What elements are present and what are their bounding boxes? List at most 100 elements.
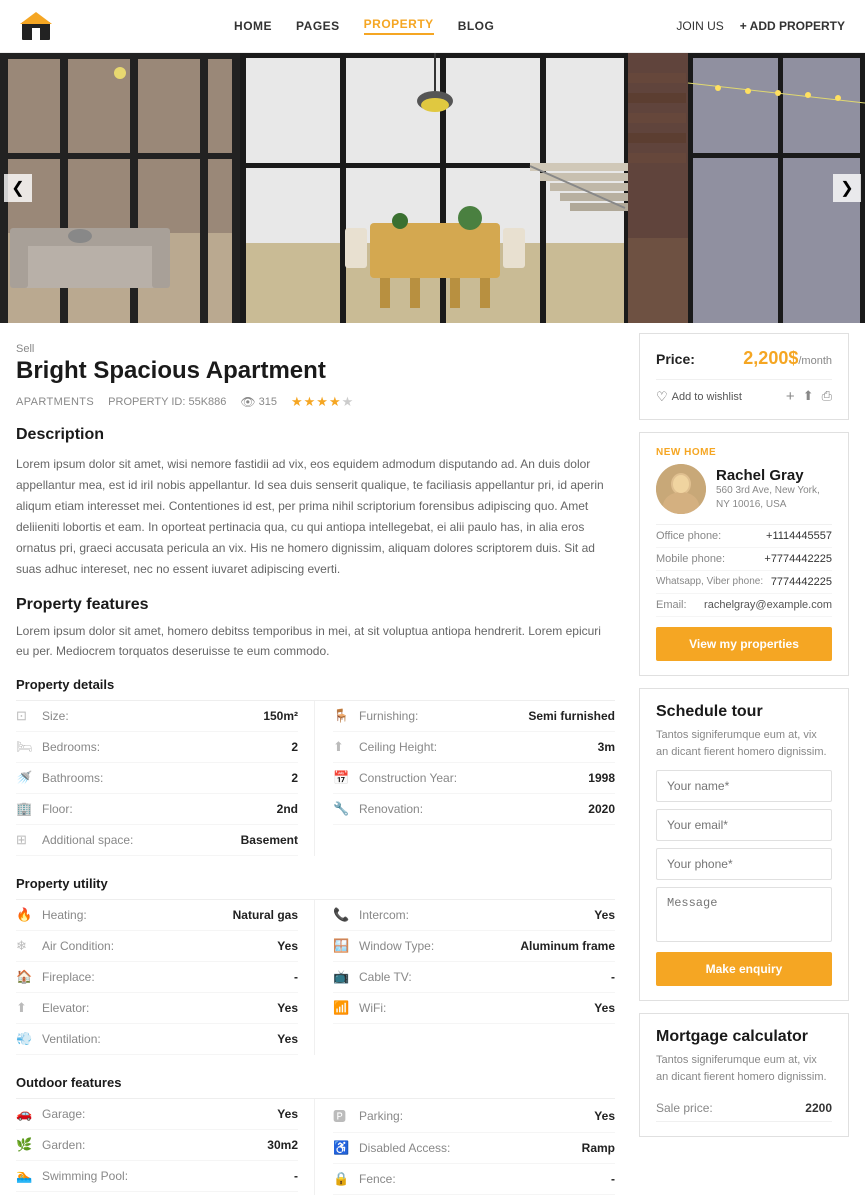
detail-row: 🔧 Renovation: 2020	[333, 794, 615, 825]
pool-icon: 🏊	[16, 1168, 34, 1184]
office-phone-row: Office phone: +1114445557	[656, 525, 832, 548]
description-text: Lorem ipsum dolor sit amet, wisi nemore …	[16, 454, 615, 580]
year-icon: 📅	[333, 770, 351, 786]
nav-home[interactable]: HOME	[234, 19, 272, 33]
schedule-phone-input[interactable]	[656, 848, 832, 880]
utility-row: 📶 WiFi: Yes	[333, 993, 615, 1024]
detail-row: ⊞ Additional space: Basement	[16, 825, 298, 856]
price-card: Price: 2,200$/month ♡ Add to wishlist + …	[639, 333, 849, 420]
enquiry-button[interactable]: Make enquiry	[656, 952, 832, 986]
utility-row: 🏠 Fireplace: -	[16, 962, 298, 993]
add-property-link[interactable]: + ADD PROPERTY	[740, 19, 845, 33]
join-us-link[interactable]: JOIN US	[676, 19, 723, 33]
mortgage-description: Tantos signiferumque eum at, vix an dica…	[656, 1052, 832, 1085]
property-title: Bright Spacious Apartment	[16, 357, 615, 386]
description-title: Description	[16, 426, 615, 444]
schedule-description: Tantos signiferumque eum at, vix an dica…	[656, 727, 832, 760]
schedule-title: Schedule tour	[656, 703, 832, 721]
utility-row: ⬆ Elevator: Yes	[16, 993, 298, 1024]
property-views: 👁 315	[240, 395, 277, 409]
mortgage-card: Mortgage calculator Tantos signiferumque…	[639, 1013, 849, 1137]
details-grid: ⊡ Size: 150m² 🛏 Bedrooms: 2 🚿 Bathrooms:…	[16, 700, 615, 856]
nav-blog[interactable]: BLOG	[458, 19, 495, 33]
share-icon[interactable]: ⬆	[803, 388, 814, 405]
nav-property[interactable]: PROPERTY	[364, 17, 434, 35]
view-properties-button[interactable]: View my properties	[656, 627, 832, 661]
outdoor-row: 🌿 Garden: 30m2	[16, 1130, 298, 1161]
nav-pages[interactable]: PAGES	[296, 19, 340, 33]
detail-row: 🪑 Furnishing: Semi furnished	[333, 701, 615, 732]
size-icon: ⊡	[16, 708, 34, 724]
navigation: HOME PAGES PROPERTY BLOG JOIN US + ADD P…	[0, 0, 865, 53]
mortgage-price-row: Sale price: 2200	[656, 1095, 832, 1122]
price-label: Price:	[656, 351, 695, 367]
outdoor-row: 🏊 Swimming Pool: -	[16, 1161, 298, 1192]
bed-icon: 🛏	[16, 739, 34, 755]
fence-icon: 🔒	[333, 1171, 351, 1187]
wishlist-button[interactable]: ♡ Add to wishlist	[656, 389, 742, 405]
utility-row: 📺 Cable TV: -	[333, 962, 615, 993]
outdoor-title: Outdoor features	[16, 1075, 615, 1090]
fireplace-icon: 🏠	[16, 969, 34, 985]
print-icon[interactable]: ⎙	[822, 388, 832, 405]
utility-title: Property utility	[16, 876, 615, 891]
garage-icon: 🚗	[16, 1106, 34, 1122]
outdoor-row: 🚗 Garage: Yes	[16, 1099, 298, 1130]
features-text: Lorem ipsum dolor sit amet, homero debit…	[16, 622, 615, 662]
property-stars: ★★★★★	[291, 394, 354, 410]
utility-row: 💨 Ventilation: Yes	[16, 1024, 298, 1055]
logo[interactable]	[20, 10, 52, 42]
mobile-phone-row: Mobile phone: +7774442225	[656, 548, 832, 571]
ac-icon: ❄	[16, 938, 34, 954]
ceiling-icon: ⬆	[333, 739, 351, 755]
outdoor-row: 🅿 Parking: Yes	[333, 1099, 615, 1133]
schedule-name-input[interactable]	[656, 770, 832, 802]
whatsapp-row: Whatsapp, Viber phone: 7774442225	[656, 571, 832, 594]
property-id: PROPERTY ID: 55K886	[108, 396, 226, 408]
elevator-icon: ⬆	[16, 1000, 34, 1016]
schedule-email-input[interactable]	[656, 809, 832, 841]
add-icon[interactable]: +	[786, 388, 795, 405]
heart-icon: ♡	[656, 389, 668, 405]
outdoor-grid: 🚗 Garage: Yes 🌿 Garden: 30m2 🏊 Swimming …	[16, 1098, 615, 1195]
gallery-next-button[interactable]: ❯	[833, 174, 861, 202]
detail-row: 📅 Construction Year: 1998	[333, 763, 615, 794]
detail-row: ⊡ Size: 150m²	[16, 701, 298, 732]
agent-avatar	[656, 464, 706, 514]
floor-icon: 🏢	[16, 801, 34, 817]
detail-row: 🛏 Bedrooms: 2	[16, 732, 298, 763]
space-icon: ⊞	[16, 832, 34, 848]
utility-row: 📞 Intercom: Yes	[333, 900, 615, 931]
details-title: Property details	[16, 677, 615, 692]
property-tag: Sell	[16, 343, 615, 355]
furnish-icon: 🪑	[333, 708, 351, 724]
price-value: 2,200$/month	[743, 348, 832, 369]
features-title: Property features	[16, 596, 615, 614]
detail-row: 🏢 Floor: 2nd	[16, 794, 298, 825]
tv-icon: 📺	[333, 969, 351, 985]
agent-name: Rachel Gray	[716, 467, 832, 484]
agent-card: NEW HOME Rachel Gray 560 3rd Ave, New Yo…	[639, 432, 849, 676]
garden-icon: 🌿	[16, 1137, 34, 1153]
window-icon: 🪟	[333, 938, 351, 954]
mortgage-title: Mortgage calculator	[656, 1028, 832, 1046]
vent-icon: 💨	[16, 1031, 34, 1047]
utility-row: 🔥 Heating: Natural gas	[16, 900, 298, 931]
wifi-icon: 📶	[333, 1000, 351, 1016]
renovation-icon: 🔧	[333, 801, 351, 817]
disabled-icon: ♿	[333, 1140, 351, 1156]
detail-row: 🚿 Bathrooms: 2	[16, 763, 298, 794]
property-category: APARTMENTS	[16, 396, 94, 408]
outdoor-row: ♿ Disabled Access: Ramp	[333, 1133, 615, 1164]
agent-badge: NEW HOME	[656, 447, 832, 458]
eye-icon: 👁	[240, 395, 255, 409]
parking-icon: 🅿	[333, 1106, 351, 1125]
utility-row: ❄ Air Condition: Yes	[16, 931, 298, 962]
price-period: /month	[798, 355, 832, 367]
utility-row: 🪟 Window Type: Aluminum frame	[333, 931, 615, 962]
detail-row: ⬆ Ceiling Height: 3m	[333, 732, 615, 763]
email-row: Email: rachelgray@example.com	[656, 594, 832, 617]
schedule-message-input[interactable]	[656, 887, 832, 942]
gallery-prev-button[interactable]: ❮	[4, 174, 32, 202]
agent-address: 560 3rd Ave, New York, NY 10016, USA	[716, 484, 832, 512]
